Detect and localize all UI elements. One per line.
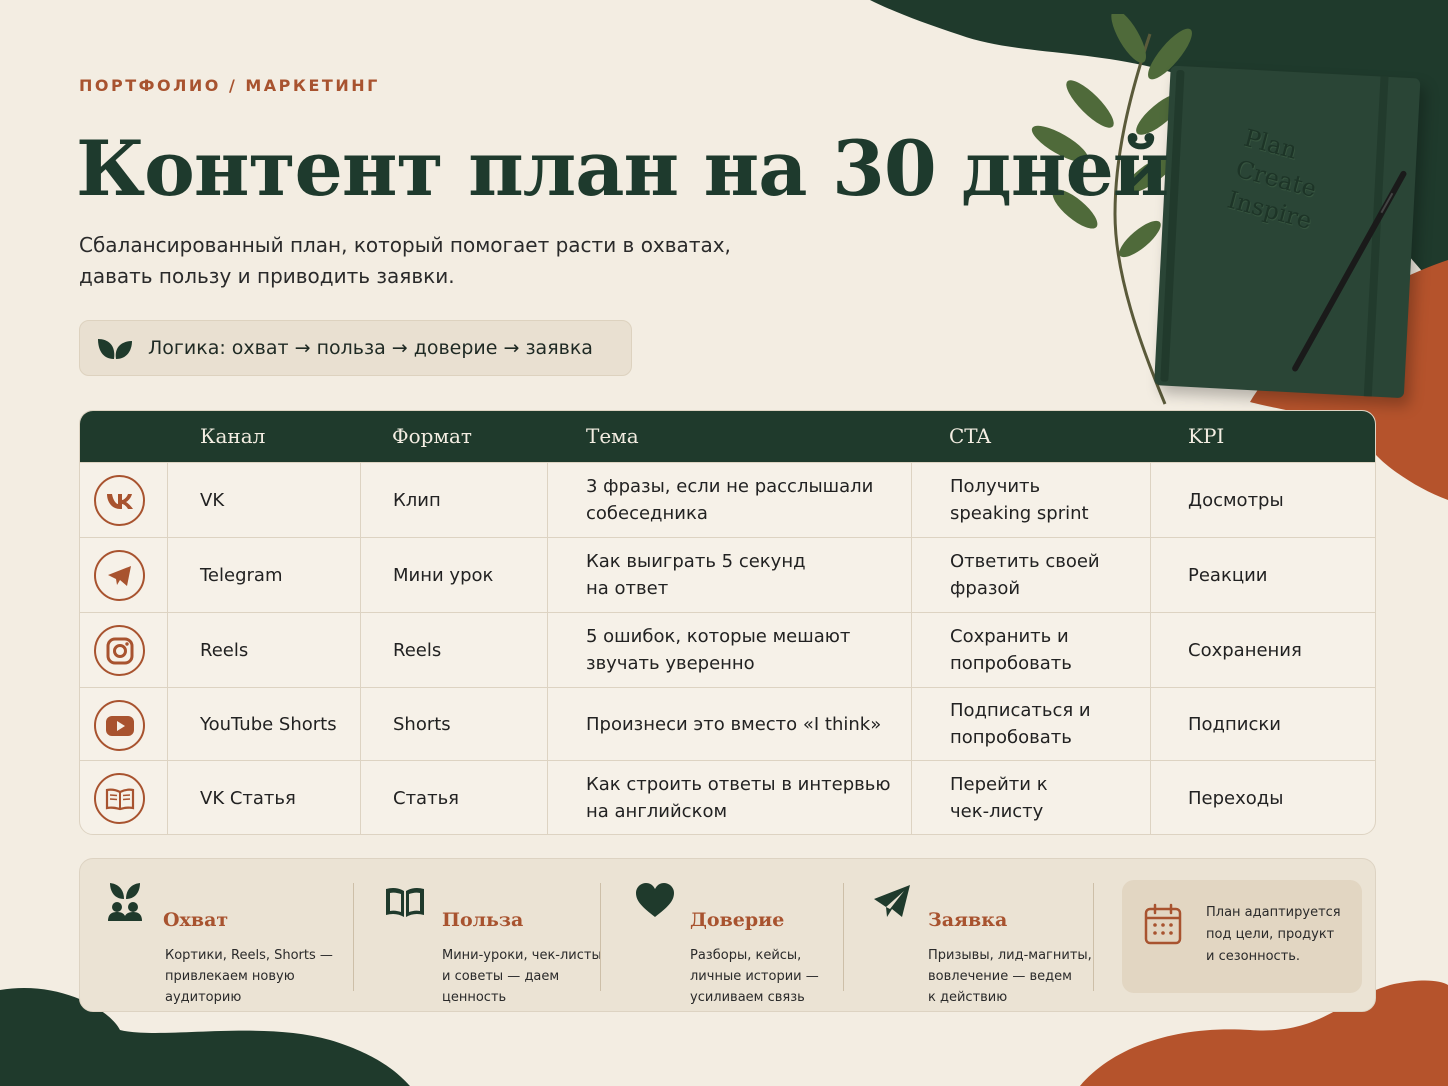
note-text: План адаптируется под цели, продукт и се…: [1206, 905, 1341, 964]
cell-kpi: Подписки: [1188, 713, 1281, 735]
leaves-icon: [98, 339, 132, 359]
pillar-title: Заявка: [928, 909, 1008, 931]
cell-cta: Перейти к чек-листу: [950, 774, 1048, 822]
cell-topic: 3 фразы, если не расслышали собеседника: [586, 476, 874, 524]
table-header: Канал Формат Тема CTA KPI: [80, 411, 1375, 462]
cell-cta: Подписаться и попробовать: [950, 700, 1091, 748]
pillar-title: Польза: [442, 909, 524, 931]
content-plan-table: Канал Формат Тема CTA KPI VK Клип 3 фраз…: [79, 410, 1376, 835]
vk-icon: [94, 475, 145, 526]
cell-cta: Получить speaking sprint: [950, 476, 1089, 524]
header-topic: Тема: [586, 424, 639, 448]
pillar-desc: Кортики, Reels, Shorts — привлекаем нову…: [165, 948, 333, 1005]
cell-topic: Произнеси это вместо «I think»: [586, 713, 882, 735]
pillar-desc: Мини-уроки, чек-листы и советы — даем це…: [442, 948, 602, 1005]
open-book-icon: [386, 887, 424, 917]
cell-channel: VK: [200, 489, 225, 511]
book-icon: [94, 773, 145, 824]
cell-kpi: Сохранения: [1188, 639, 1302, 661]
pillar-desc: Призывы, лид-магниты, вовлечение — ведем…: [928, 948, 1092, 1005]
pen-decoration: [1292, 170, 1407, 372]
cell-format: Shorts: [393, 713, 451, 735]
cell-cta: Ответить своей фразой: [950, 551, 1100, 599]
notebook-decoration: Plan Create Inspire: [1154, 65, 1427, 409]
cell-channel: YouTube Shorts: [200, 713, 337, 735]
cell-format: Reels: [393, 639, 442, 661]
cell-kpi: Реакции: [1188, 564, 1268, 586]
pillar-desc: Разборы, кейсы, личные истории — усилива…: [690, 948, 819, 1005]
cell-kpi: Досмотры: [1188, 489, 1284, 511]
table-row: Telegram Мини урок Как выиграть 5 секунд…: [80, 537, 1375, 612]
logic-banner: Логика: охват → польза → доверие → заявк…: [79, 320, 632, 376]
calendar-icon: [1144, 903, 1182, 945]
telegram-icon: [94, 550, 145, 601]
cell-channel: Reels: [200, 639, 249, 661]
pillar-title: Доверие: [690, 909, 785, 931]
cell-topic: Как выиграть 5 секунд на ответ: [586, 551, 806, 599]
breadcrumb: ПОРТФОЛИО / МАРКЕТИНГ: [79, 76, 380, 95]
table-row: YouTube Shorts Shorts Произнеси это вмес…: [80, 687, 1375, 760]
table-row: VK Клип 3 фразы, если не расслышали собе…: [80, 462, 1375, 537]
cell-channel: VK Статья: [200, 787, 296, 809]
cell-topic: Как строить ответы в интервью на английс…: [586, 774, 891, 822]
page-subtitle: Сбалансированный план, который помогает …: [79, 233, 731, 288]
heart-icon: [636, 883, 674, 917]
table-row: Reels Reels 5 ошибок, которые мешают зву…: [80, 612, 1375, 687]
cell-format: Клип: [393, 489, 441, 511]
cell-cta: Сохранить и попробовать: [950, 626, 1072, 674]
logic-text: Логика: охват → польза → доверие → заявк…: [148, 337, 593, 359]
cell-channel: Telegram: [200, 564, 283, 586]
cell-topic: 5 ошибок, которые мешают звучать уверенн…: [586, 626, 851, 674]
header-format: Формат: [392, 424, 472, 448]
youtube-icon: [94, 700, 145, 751]
cell-kpi: Переходы: [1188, 787, 1284, 809]
pillars-panel: Охват Кортики, Reels, Shorts — привлекае…: [79, 858, 1376, 1012]
header-cta: CTA: [949, 424, 991, 448]
sprout-people-icon: [108, 883, 142, 921]
paper-plane-icon: [874, 885, 910, 917]
instagram-icon: [94, 625, 145, 676]
header-channel: Канал: [200, 424, 266, 448]
cell-format: Мини урок: [393, 564, 494, 586]
table-row: VK Статья Статья Как строить ответы в ин…: [80, 760, 1375, 834]
cell-format: Статья: [393, 787, 460, 809]
header-kpi: KPI: [1188, 424, 1225, 448]
adaptation-note: План адаптируется под цели, продукт и се…: [1122, 880, 1362, 993]
pillar-title: Охват: [163, 909, 229, 931]
page-title: Контент план на 30 дней: [76, 124, 1169, 213]
